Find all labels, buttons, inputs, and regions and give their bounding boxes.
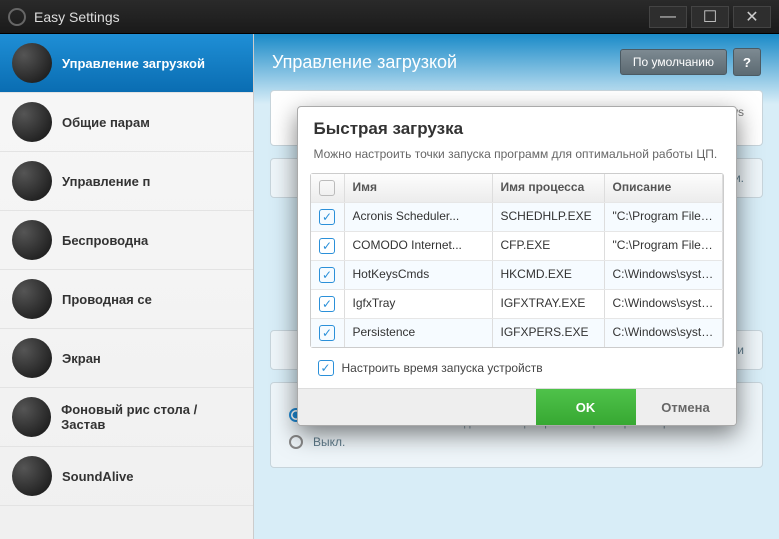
minimize-button[interactable]: — (649, 6, 687, 28)
sidebar-item-wallpaper[interactable]: Фоновый рис стола / Застав (0, 388, 253, 447)
wifi-icon (12, 220, 52, 260)
gauge-icon (12, 43, 52, 83)
titlebar: Easy Settings — ☐ ✕ (0, 0, 779, 34)
table-row[interactable]: ✓ COMODO Internet...CFP.EXE"C:\Program Fi… (311, 231, 723, 260)
cell-proc: IGFXTRAY.EXE (493, 290, 605, 318)
row-checkbox[interactable]: ✓ (319, 238, 335, 254)
row-checkbox[interactable]: ✓ (319, 296, 335, 312)
cell-name: HotKeysCmds (345, 261, 493, 289)
cell-desc: C:\Windows\syste... (605, 290, 723, 318)
speaker-icon (12, 456, 52, 496)
close-button[interactable]: ✕ (733, 6, 771, 28)
column-description[interactable]: Описание (605, 174, 723, 202)
fast-boot-dialog: Быстрая загрузка Можно настроить точки з… (297, 106, 737, 426)
dialog-option-row: ✓ Настроить время запуска устройств (298, 348, 736, 388)
sidebar-item-general[interactable]: Общие парам (0, 93, 253, 152)
sidebar-item-label: Фоновый рис стола / Застав (61, 402, 241, 432)
sidebar-item-label: Экран (62, 351, 101, 366)
sidebar-item-label: Беспроводна (62, 233, 148, 248)
device-timing-checkbox[interactable]: ✓ (318, 360, 334, 376)
table-row[interactable]: ✓ Acronis Scheduler...SCHEDHLP.EXE"C:\Pro… (311, 202, 723, 231)
cell-desc: "C:\Program Files\... (605, 232, 723, 260)
column-name[interactable]: Имя (345, 174, 493, 202)
cell-name: IgfxTray (345, 290, 493, 318)
cell-proc: SCHEDHLP.EXE (493, 203, 605, 231)
cell-name: Persistence (345, 319, 493, 347)
sidebar-item-label: Общие парам (62, 115, 150, 130)
cell-desc: C:\Windows\syste... (605, 261, 723, 289)
sidebar-item-power[interactable]: Управление п (0, 152, 253, 211)
app-title: Easy Settings (34, 9, 645, 25)
cell-proc: IGFXPERS.EXE (493, 319, 605, 347)
table-row[interactable]: ✓ HotKeysCmdsHKCMD.EXEC:\Windows\syste... (311, 260, 723, 289)
sidebar-item-label: Проводная се (62, 292, 152, 307)
cell-name: Acronis Scheduler... (345, 203, 493, 231)
startup-programs-table: ✓ Имя Имя процесса Описание ✓ Acronis Sch… (310, 173, 724, 348)
column-process[interactable]: Имя процесса (493, 174, 605, 202)
sidebar-item-label: SoundAlive (62, 469, 134, 484)
sidebar: Управление загрузкой Общие парам Управле… (0, 34, 254, 539)
gear-icon (12, 102, 52, 142)
app-logo-icon (8, 8, 26, 26)
ethernet-icon (12, 279, 52, 319)
sidebar-item-wired[interactable]: Проводная се (0, 270, 253, 329)
cell-desc: "C:\Program Files... (605, 203, 723, 231)
table-row[interactable]: ✓ IgfxTrayIGFXTRAY.EXEC:\Windows\syste... (311, 289, 723, 318)
sidebar-item-label: Управление п (62, 174, 150, 189)
row-checkbox[interactable]: ✓ (319, 209, 335, 225)
cell-name: COMODO Internet... (345, 232, 493, 260)
maximize-button[interactable]: ☐ (691, 6, 729, 28)
modal-backdrop: Быстрая загрузка Можно настроить точки з… (254, 34, 779, 539)
sidebar-item-label: Управление загрузкой (62, 56, 205, 71)
cell-proc: HKCMD.EXE (493, 261, 605, 289)
select-all-checkbox[interactable]: ✓ (319, 180, 335, 196)
sidebar-item-soundalive[interactable]: SoundAlive (0, 447, 253, 506)
main-panel: Управление загрузкой По умолчанию ? акси… (254, 34, 779, 539)
dialog-description: Можно настроить точки запуска программ д… (298, 143, 736, 173)
image-icon (12, 397, 51, 437)
monitor-icon (12, 338, 52, 378)
sidebar-item-wireless[interactable]: Беспроводна (0, 211, 253, 270)
device-timing-label: Настроить время запуска устройств (342, 361, 543, 375)
sidebar-item-boot-management[interactable]: Управление загрузкой (0, 34, 253, 93)
table-body[interactable]: ✓ Acronis Scheduler...SCHEDHLP.EXE"C:\Pro… (311, 202, 723, 347)
cell-proc: CFP.EXE (493, 232, 605, 260)
row-checkbox[interactable]: ✓ (319, 267, 335, 283)
battery-icon (12, 161, 52, 201)
row-checkbox[interactable]: ✓ (319, 325, 335, 341)
dialog-title: Быстрая загрузка (298, 107, 736, 143)
ok-button[interactable]: OK (536, 389, 636, 425)
cancel-button[interactable]: Отмена (636, 389, 736, 425)
table-row[interactable]: ✓ PersistenceIGFXPERS.EXEC:\Windows\syste… (311, 318, 723, 347)
cell-desc: C:\Windows\syste... (605, 319, 723, 347)
sidebar-item-display[interactable]: Экран (0, 329, 253, 388)
